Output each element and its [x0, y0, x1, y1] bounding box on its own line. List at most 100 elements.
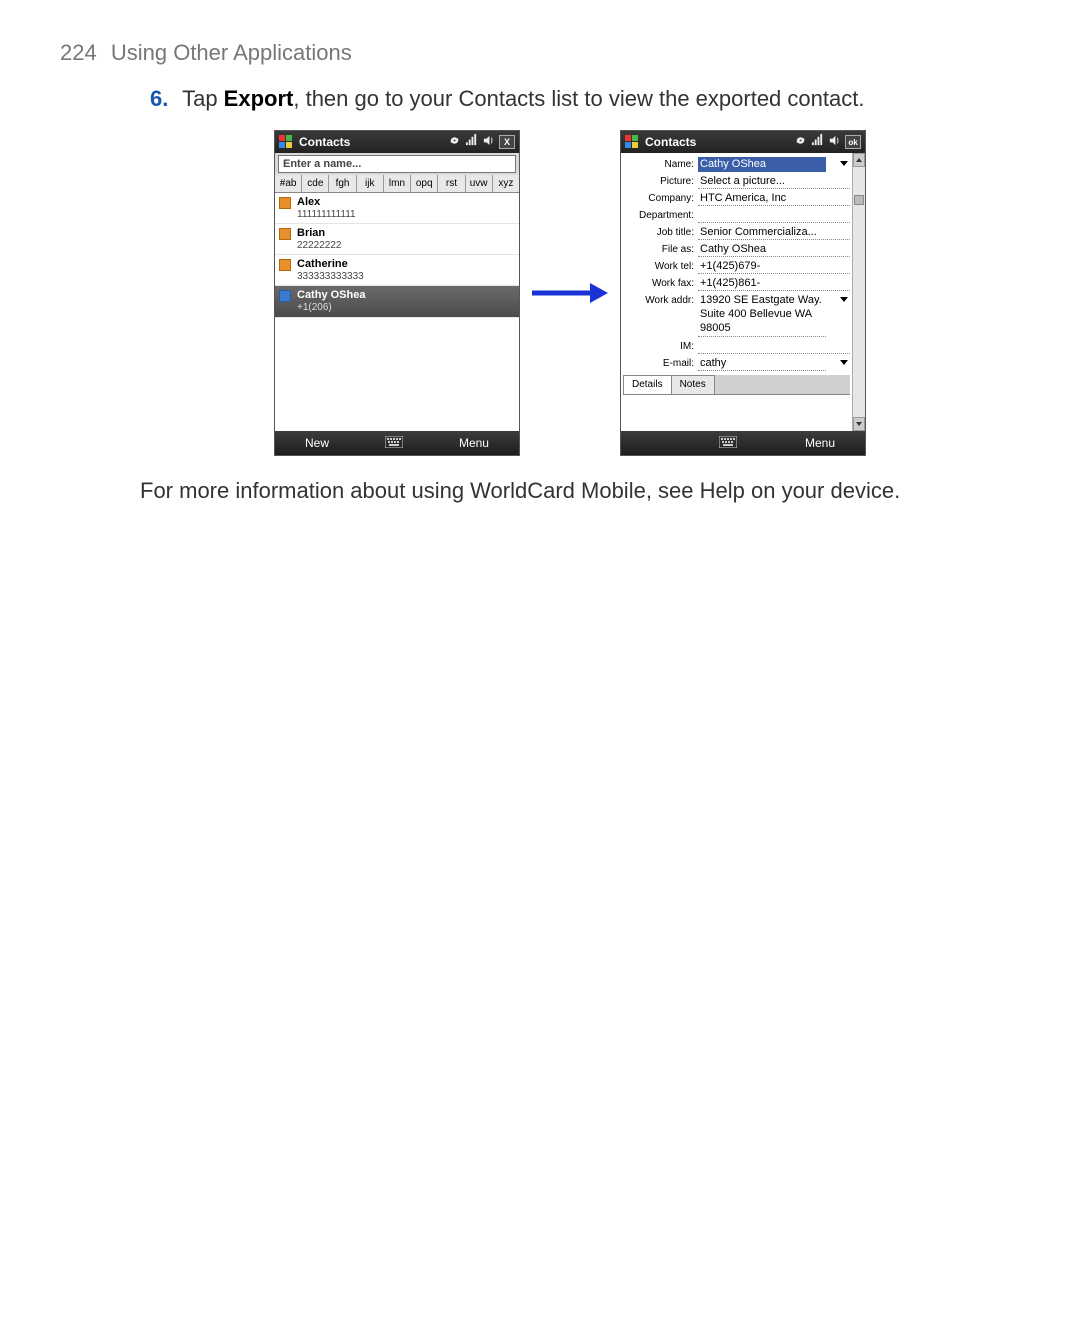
app-title-right: Contacts — [645, 135, 696, 149]
sync-icon[interactable] — [448, 134, 461, 150]
contact-row[interactable]: Catherine 333333333333 — [275, 255, 519, 286]
ok-button[interactable]: ok — [845, 135, 861, 149]
volume-icon[interactable] — [482, 134, 495, 150]
step-text-post: , then go to your Contacts list to view … — [293, 86, 864, 111]
field-label: Picture: — [623, 174, 698, 187]
scroll-thumb[interactable] — [854, 195, 864, 205]
phone-contacts-list: Contacts X #ab cde fgh ijk lmn opq rst u… — [274, 130, 520, 456]
alpha-tab[interactable]: lmn — [384, 175, 411, 192]
alpha-tab[interactable]: cde — [302, 175, 329, 192]
contact-name: Cathy OShea — [297, 289, 365, 302]
field-value[interactable] — [698, 339, 850, 354]
status-icons-right: ok — [794, 134, 861, 150]
detail-form: Name: Cathy OShea Picture: Select a pict… — [621, 153, 852, 431]
field-workfax[interactable]: Work fax: +1(425)861- — [623, 276, 850, 291]
field-value[interactable]: Cathy OShea — [698, 242, 850, 257]
contact-list: Alex 111111111111 Brian 22222222 Catheri… — [275, 193, 519, 431]
contact-icon — [279, 228, 291, 240]
field-value[interactable]: Senior Commercializa... — [698, 225, 850, 240]
field-workaddr[interactable]: Work addr: 13920 SE Eastgate Way. Suite … — [623, 293, 850, 337]
alpha-tab[interactable]: #ab — [275, 175, 302, 192]
field-label: Work addr: — [623, 293, 698, 306]
signal-icon[interactable] — [465, 134, 478, 150]
field-label: Department: — [623, 208, 698, 221]
titlebar-right: Contacts ok — [621, 131, 865, 153]
dropdown-icon[interactable] — [838, 356, 850, 368]
search-input[interactable] — [278, 155, 516, 173]
softkey-bar-right: Menu — [621, 431, 865, 455]
field-label: Name: — [623, 157, 698, 170]
follow-paragraph: For more information about using WorldCa… — [140, 476, 960, 506]
contact-icon — [279, 197, 291, 209]
softkey-menu[interactable]: Menu — [805, 436, 835, 450]
alpha-tab[interactable]: opq — [411, 175, 438, 192]
figure-row: Contacts X #ab cde fgh ijk lmn opq rst u… — [120, 130, 1020, 456]
page-header: 224 Using Other Applications — [60, 40, 1020, 66]
field-value[interactable]: +1(425)679- — [698, 259, 850, 274]
step-text-bold: Export — [224, 86, 294, 111]
alpha-tab[interactable]: rst — [438, 175, 465, 192]
keyboard-icon[interactable] — [719, 436, 737, 451]
scroll-up-icon[interactable] — [853, 153, 865, 167]
field-company[interactable]: Company: HTC America, Inc — [623, 191, 850, 206]
field-im[interactable]: IM: — [623, 339, 850, 354]
start-icon[interactable] — [279, 135, 293, 149]
field-label: Job title: — [623, 225, 698, 238]
page-number: 224 — [60, 40, 97, 65]
arrow-icon — [530, 278, 610, 308]
scrollbar[interactable] — [852, 153, 865, 431]
contact-sub: 111111111111 — [297, 209, 356, 221]
start-icon[interactable] — [625, 135, 639, 149]
field-value[interactable]: Cathy OShea — [698, 157, 826, 172]
field-email[interactable]: E-mail: cathy — [623, 356, 850, 371]
sync-icon[interactable] — [794, 134, 807, 150]
tab-details[interactable]: Details — [623, 375, 672, 394]
softkey-new[interactable]: New — [305, 436, 329, 450]
status-icons-left: X — [448, 134, 515, 150]
field-label: E-mail: — [623, 356, 698, 369]
volume-icon[interactable] — [828, 134, 841, 150]
field-value[interactable]: HTC America, Inc — [698, 191, 850, 206]
detail-body: Name: Cathy OShea Picture: Select a pict… — [621, 153, 865, 431]
field-value[interactable]: Select a picture... — [698, 174, 850, 189]
scroll-track[interactable] — [853, 167, 865, 417]
field-worktel[interactable]: Work tel: +1(425)679- — [623, 259, 850, 274]
field-value[interactable]: 13920 SE Eastgate Way. Suite 400 Bellevu… — [698, 293, 826, 337]
dropdown-icon[interactable] — [838, 293, 850, 305]
field-picture[interactable]: Picture: Select a picture... — [623, 174, 850, 189]
field-label: Work fax: — [623, 276, 698, 289]
detail-tabs: Details Notes — [623, 375, 850, 395]
field-fileas[interactable]: File as: Cathy OShea — [623, 242, 850, 257]
contact-icon — [279, 290, 291, 302]
step-instruction: 6. Tap Export, then go to your Contacts … — [150, 86, 1020, 112]
field-value[interactable]: cathy — [698, 356, 826, 371]
close-button[interactable]: X — [499, 135, 515, 149]
scroll-down-icon[interactable] — [853, 417, 865, 431]
contact-name: Alex — [297, 196, 356, 209]
alpha-tab[interactable]: fgh — [329, 175, 356, 192]
field-value[interactable]: +1(425)861- — [698, 276, 850, 291]
contact-sub: 22222222 — [297, 240, 342, 252]
contact-row[interactable]: Alex 111111111111 — [275, 193, 519, 224]
field-jobtitle[interactable]: Job title: Senior Commercializa... — [623, 225, 850, 240]
contact-row-selected[interactable]: Cathy OShea +1(206) — [275, 286, 519, 317]
alpha-tab[interactable]: xyz — [493, 175, 519, 192]
signal-icon[interactable] — [811, 134, 824, 150]
softkey-menu[interactable]: Menu — [459, 436, 489, 450]
field-department[interactable]: Department: — [623, 208, 850, 223]
page-title: Using Other Applications — [111, 40, 352, 65]
search-row — [275, 153, 519, 175]
field-label: Company: — [623, 191, 698, 204]
alpha-tabs: #ab cde fgh ijk lmn opq rst uvw xyz — [275, 175, 519, 193]
field-label: Work tel: — [623, 259, 698, 272]
tab-notes[interactable]: Notes — [671, 375, 715, 394]
field-name[interactable]: Name: Cathy OShea — [623, 157, 850, 172]
alpha-tab[interactable]: ijk — [357, 175, 384, 192]
alpha-tab[interactable]: uvw — [466, 175, 493, 192]
keyboard-icon[interactable] — [385, 436, 403, 451]
dropdown-icon[interactable] — [838, 157, 850, 169]
step-number: 6. — [150, 86, 168, 111]
field-label: IM: — [623, 339, 698, 352]
field-value[interactable] — [698, 208, 850, 223]
contact-row[interactable]: Brian 22222222 — [275, 224, 519, 255]
